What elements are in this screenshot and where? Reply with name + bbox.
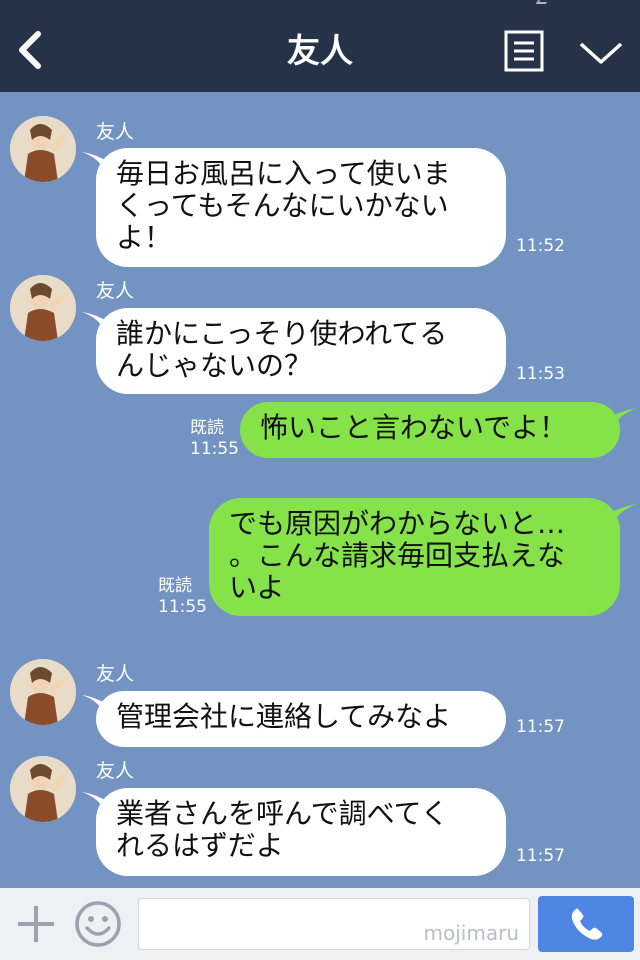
read-receipt: 既読 11:55	[158, 576, 207, 618]
avatar[interactable]	[10, 659, 76, 725]
message-item: 友人 業者さんを呼んで調べてく れるはずだよ 11:57	[0, 754, 640, 884]
status-indicator	[535, 0, 549, 4]
message-item: 友人 毎日お風呂に入って使いま くってもそんなにいかない よ！ 11:52	[0, 92, 640, 272]
chat-header: 友人	[0, 0, 640, 92]
plus-icon[interactable]	[14, 902, 58, 946]
message-bubble[interactable]: 毎日お風呂に入って使いま くってもそんなにいかない よ！	[96, 148, 506, 267]
message-item: 既読 11:55 でも原因がわからないと… 。こんな請求毎回支払えな いよ	[0, 498, 640, 618]
message-line: んじゃないの？	[116, 349, 313, 382]
message-bubble[interactable]: 誰かにこっそり使われてる んじゃないの？	[96, 308, 506, 394]
call-button[interactable]	[538, 896, 634, 952]
message-time: 11:55	[158, 597, 207, 617]
message-line: 業者さんを呼んで調べてく	[116, 797, 449, 830]
read-label: 既読	[190, 418, 224, 438]
sender-name: 友人	[96, 121, 135, 143]
read-label: 既読	[158, 576, 192, 596]
message-line: よ！	[116, 221, 173, 254]
menu-icon[interactable]	[504, 30, 544, 72]
sender-name: 友人	[96, 280, 135, 302]
watermark-text: mojimaru	[423, 921, 519, 945]
sender-name: 友人	[96, 663, 135, 685]
message-line: 。こんな請求毎回支払えな	[229, 539, 566, 572]
avatar[interactable]	[10, 756, 76, 822]
message-line: 管理会社に連絡してみなよ	[116, 700, 452, 733]
avatar-image	[10, 756, 76, 822]
message-line: 誰かにこっそり使われてる	[116, 317, 448, 350]
message-line: れるはずだよ	[116, 829, 284, 862]
message-time: 11:57	[516, 717, 565, 737]
avatar-image	[10, 275, 76, 341]
message-item: 既読 11:55 怖いこと言わないでよ！	[0, 402, 640, 472]
phone-icon	[571, 908, 603, 940]
composer-bar: mojimaru	[0, 888, 640, 960]
avatar[interactable]	[10, 116, 76, 182]
message-time: 11:52	[516, 236, 565, 256]
message-line: いよ	[229, 571, 285, 604]
message-item: 友人 管理会社に連絡してみなよ 11:57	[0, 657, 640, 752]
message-bubble[interactable]: 怖いこと言わないでよ！	[240, 402, 620, 458]
message-time: 11:55	[190, 439, 239, 459]
sender-name: 友人	[96, 760, 135, 782]
chat-title: 友人	[287, 31, 353, 70]
message-time: 11:53	[516, 364, 565, 384]
message-bubble[interactable]: でも原因がわからないと… 。こんな請求毎回支払えな いよ	[209, 498, 620, 616]
avatar-image	[10, 659, 76, 725]
message-line: くってもそんなにいかない	[116, 189, 449, 222]
avatar[interactable]	[10, 275, 76, 341]
chat-area[interactable]: 友人 毎日お風呂に入って使いま くってもそんなにいかない よ！ 11:52 友人	[0, 92, 640, 888]
smile-icon[interactable]	[74, 900, 122, 948]
read-receipt: 既読 11:55	[190, 418, 239, 460]
message-line: でも原因がわからないと…	[229, 507, 566, 540]
bubble-tail	[604, 504, 638, 526]
avatar-image	[10, 116, 76, 182]
message-bubble[interactable]: 管理会社に連絡してみなよ	[96, 691, 506, 747]
bubble-tail	[604, 408, 638, 430]
message-item: 友人 誰かにこっそり使われてる んじゃないの？ 11:53	[0, 272, 640, 402]
message-line: 毎日お風呂に入って使いま	[116, 157, 451, 190]
message-bubble[interactable]: 業者さんを呼んで調べてく れるはずだよ	[96, 788, 506, 876]
message-line: 怖いこと言わないでよ！	[260, 411, 568, 444]
message-input[interactable]: mojimaru	[138, 898, 530, 950]
chevron-down-icon[interactable]	[578, 40, 624, 66]
message-time: 11:57	[516, 846, 565, 866]
